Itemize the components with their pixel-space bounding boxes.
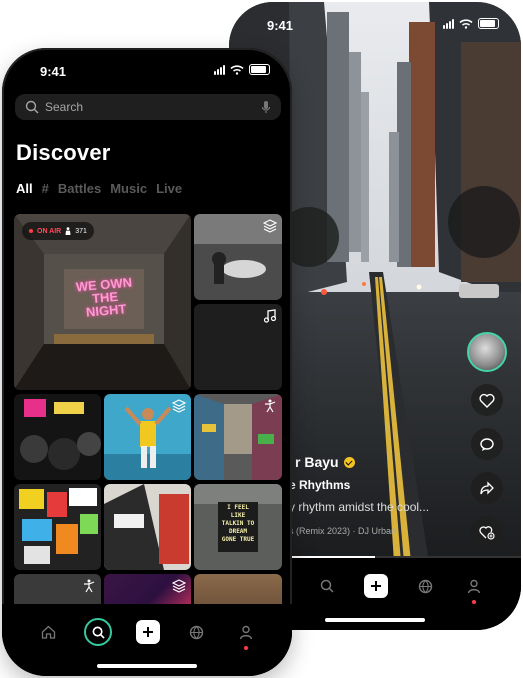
nav-profile[interactable] <box>233 619 259 650</box>
search-icon <box>320 579 334 593</box>
status-time: 9:41 <box>40 64 67 79</box>
dance-icon <box>265 399 276 413</box>
home-indicator <box>97 664 197 668</box>
discover-phone: 9:41 Search Discover All # Battles Music… <box>2 48 292 676</box>
notification-dot <box>472 600 477 604</box>
page-title: Discover <box>16 140 111 165</box>
filter-tabs: All # Battles Music Live <box>16 181 182 196</box>
live-badge: ON AIR 371 <box>22 222 94 240</box>
layers-icon <box>263 219 277 233</box>
tab-all[interactable]: All <box>16 181 33 196</box>
wifi-icon <box>230 64 244 75</box>
poster-tile[interactable] <box>104 484 191 570</box>
sticker-wall-tile[interactable] <box>14 484 101 570</box>
home-icon <box>41 625 56 639</box>
profile-icon <box>239 625 252 639</box>
microphone-icon[interactable] <box>261 100 271 114</box>
crowd-tile[interactable] <box>14 394 101 480</box>
heart-icon <box>479 393 495 408</box>
plus-icon <box>142 627 153 637</box>
search-input[interactable]: Search <box>45 100 83 114</box>
nav-explore[interactable] <box>412 573 438 599</box>
dancer-tile[interactable] <box>104 394 191 480</box>
plus-icon <box>370 581 381 591</box>
verified-badge-icon <box>343 456 355 468</box>
layers-icon <box>172 579 186 593</box>
video-description[interactable]: y rhythm amidst the cool... <box>289 500 429 514</box>
viewer-icon <box>65 227 71 235</box>
tab-hashtags[interactable]: # <box>42 181 49 196</box>
nav-create[interactable] <box>135 619 161 645</box>
nav-search[interactable] <box>84 618 113 646</box>
nav-create[interactable] <box>363 573 389 599</box>
search-icon <box>92 626 105 639</box>
creator-avatar[interactable] <box>467 332 507 372</box>
status-bar: 9:41 <box>229 2 521 42</box>
tab-live[interactable]: Live <box>156 181 182 196</box>
wifi-icon <box>459 18 473 29</box>
pixel-sign-text: I FEEL LIKE TALKIN TO DREAM GONE TRUE <box>221 504 255 543</box>
share-icon <box>480 480 494 495</box>
notification-dot <box>243 646 248 650</box>
dance-icon <box>84 579 95 593</box>
layers-icon <box>172 399 186 413</box>
nav-search[interactable] <box>314 573 340 599</box>
nav-home[interactable] <box>35 619 61 645</box>
comment-icon <box>480 437 494 451</box>
status-time: 9:41 <box>267 18 294 33</box>
live-stream-tile[interactable]: WE OWN THE NIGHT ON AIR 371 <box>14 214 191 390</box>
profile-icon <box>468 579 481 593</box>
battery-icon <box>478 18 499 29</box>
globe-icon <box>418 579 432 593</box>
status-bar: 9:41 <box>2 48 292 88</box>
signal-icon <box>443 18 454 29</box>
viewer-count: 371 <box>75 227 87 235</box>
search-icon <box>25 100 39 114</box>
globe-icon <box>190 625 204 639</box>
heart-plus-icon <box>479 525 495 540</box>
nav-explore[interactable] <box>184 619 210 645</box>
battery-icon <box>249 64 270 75</box>
comment-button[interactable] <box>471 428 503 460</box>
battle-tile[interactable] <box>194 214 282 300</box>
tab-music[interactable]: Music <box>110 181 147 196</box>
signal-icon <box>214 64 225 75</box>
like-button[interactable] <box>471 384 503 416</box>
creator-name[interactable]: r Bayu <box>295 454 339 470</box>
graffiti-alley-tile[interactable] <box>194 394 282 480</box>
discover-grid: WE OWN THE NIGHT ON AIR 371 I FEEL LIKE … <box>14 214 282 614</box>
live-dot-icon <box>29 229 33 233</box>
music-note-icon <box>263 309 277 323</box>
home-indicator <box>325 618 425 622</box>
pixel-sign-tile[interactable]: I FEEL LIKE TALKIN TO DREAM GONE TRUE <box>194 484 282 570</box>
tab-battles[interactable]: Battles <box>58 181 101 196</box>
neon-sign-text: WE OWN THE NIGHT <box>75 274 133 320</box>
share-button[interactable] <box>471 472 503 504</box>
nav-profile[interactable] <box>461 573 487 604</box>
track-title: e Rhythms <box>289 478 351 492</box>
music-credit[interactable]: s (Remix 2023) · DJ Urban <box>289 526 396 536</box>
music-tile[interactable] <box>194 304 282 390</box>
search-bar[interactable]: Search <box>15 94 281 120</box>
video-actions <box>467 332 507 548</box>
live-status: ON AIR <box>37 227 62 235</box>
add-favorite-button[interactable] <box>471 516 503 548</box>
bottom-nav <box>2 604 292 676</box>
